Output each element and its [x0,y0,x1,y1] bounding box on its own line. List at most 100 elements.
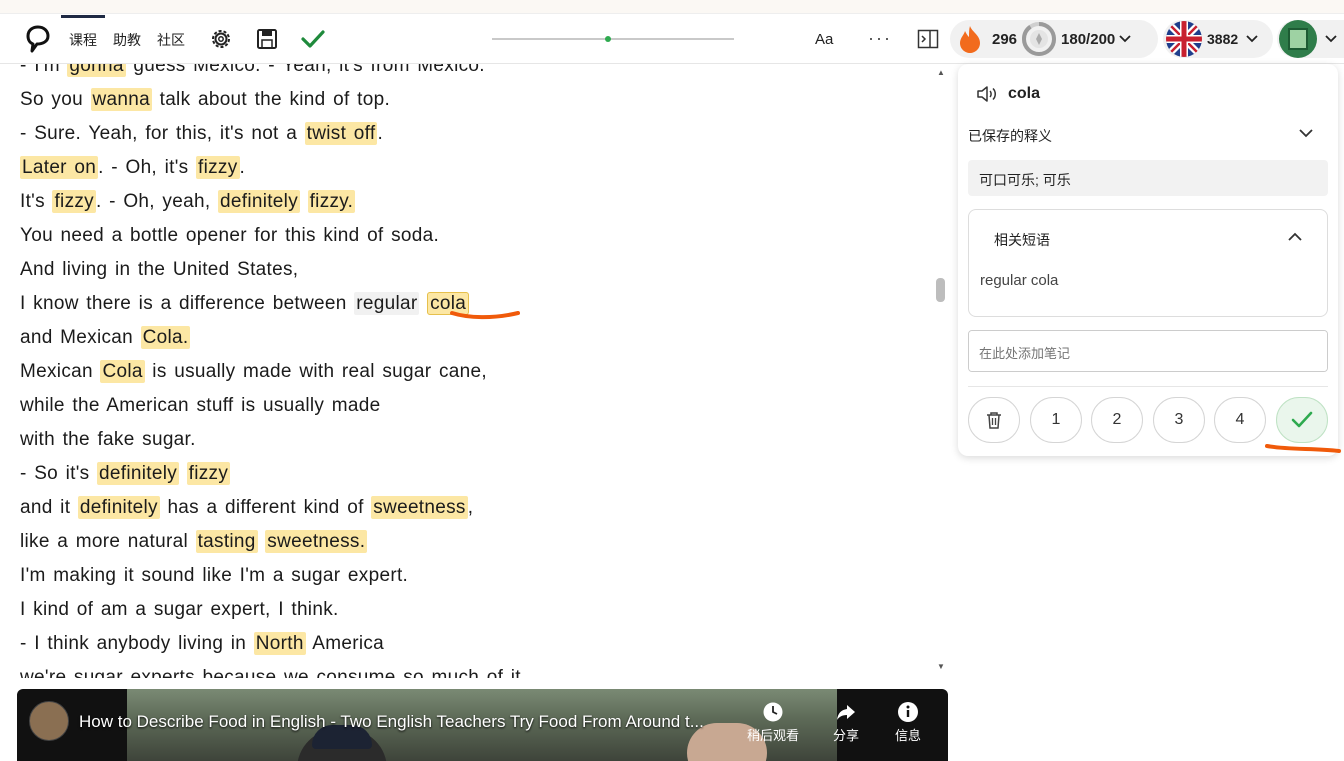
highlighted-word[interactable]: definitely [77,496,160,519]
word-headword: cola [1008,85,1041,102]
phrase-word[interactable]: regular [354,292,420,315]
transcript-text: America [305,633,385,654]
transcript-line: So you wanna talk about the kind of top. [20,88,390,111]
save-icon[interactable] [254,26,280,52]
daily-goal: 180/200 [1061,30,1116,48]
speaker-icon[interactable] [976,84,1000,104]
highlighted-word[interactable]: wanna [90,88,153,111]
transcript-text: guess Mexico. - Yeah, it's from Mexico. [125,64,485,76]
transcript-text: we're sugar experts because we consume s… [20,667,527,678]
highlighted-word[interactable]: fizzy [186,462,231,485]
highlighted-word[interactable]: twist off [304,122,378,145]
share-label: 分享 [832,728,859,743]
transcript-text: . - Oh, it's [98,157,196,178]
scroll-thumb[interactable] [936,278,945,302]
highlighted-word[interactable]: sweetness. [265,530,368,553]
transcript-line: we're sugar experts because we consume s… [20,667,526,678]
rating-3-button[interactable]: 3 [1153,397,1205,443]
rating-1-button[interactable]: 1 [1030,397,1082,443]
gear-icon[interactable] [208,26,234,52]
saved-definitions-label: 已保存的释义 [968,128,1052,144]
highlighted-word[interactable]: fizzy [52,190,96,213]
highlighted-word[interactable]: Cola. [140,326,191,349]
rating-2-button[interactable]: 2 [1091,397,1143,443]
uk-flag-icon [1166,21,1202,57]
related-phrases-title: 相关短语 [994,232,1050,248]
scroll-up-arrow[interactable]: ▲ [937,68,945,77]
language-points: 3882 [1207,31,1239,47]
transcript-text: . [377,123,384,144]
transcript-text: and Mexican [20,327,141,348]
share-icon [837,705,855,720]
language-pill[interactable]: 3882 [1163,20,1273,58]
transcript-line: and Mexican Cola. [20,326,191,349]
highlighted-word[interactable]: tasting [195,530,258,553]
transcript-line: - So it's definitely fizzy [20,462,231,485]
highlighted-word[interactable]: definitely [218,190,300,213]
chevron-down-icon [1325,35,1337,43]
streak-count: 296 [992,30,1018,48]
transcript-line: Later on. - Oh, it's fizzy. [20,156,245,179]
known-button[interactable] [1276,397,1328,443]
profile-pill[interactable] [1277,20,1344,58]
chevron-down-icon[interactable] [1298,128,1314,138]
tab-assistant[interactable]: 助教 [113,30,141,50]
transcript-text: . - Oh, yeah, [95,191,218,212]
transcript-text [419,293,427,314]
tab-community[interactable]: 社区 [157,30,185,50]
transcript-line: I know there is a difference between reg… [20,292,470,315]
transcript-panel: - I'm gonna guess Mexico. - Yeah, it's f… [0,64,934,678]
check-icon [1291,411,1313,428]
phrase-item[interactable]: regular cola [980,272,1058,289]
transcript-text: - I think anybody living in [20,633,254,654]
related-phrases-card: 相关短语 regular cola [968,209,1328,317]
logo-icon[interactable] [22,24,52,54]
highlighted-word[interactable]: sweetness [371,496,468,519]
transcript-scrollbar[interactable]: ▲ ▼ [934,64,948,678]
highlighted-word[interactable]: North [253,632,306,655]
font-size-button[interactable]: Aa [815,31,833,48]
transcript-line: It's fizzy. - Oh, yeah, definitely fizzy… [20,190,356,213]
tab-course[interactable]: 课程 [61,15,105,50]
flame-icon [960,26,980,53]
highlighted-word[interactable]: fizzy [196,156,240,179]
share-button[interactable]: 分享 [818,701,874,744]
rating-4-button[interactable]: 4 [1214,397,1266,443]
transcript-text: with the fake sugar. [20,429,196,450]
transcript-text: while the American stuff is usually made [20,395,381,416]
app-window: { "toolbar": { "tabs": [ {"label": "课程",… [0,0,1344,761]
highlighted-word[interactable]: Later on [20,156,99,179]
chevron-up-icon[interactable] [1287,232,1303,242]
streak-goal-pill[interactable]: 296 180/200 [950,20,1158,58]
slider-knob[interactable] [605,36,611,42]
word-detail-panel: cola 已保存的释义 可口可乐; 可乐 相关短语 regular cola 1… [958,64,1338,456]
panel-divider [968,386,1328,387]
delete-button[interactable] [968,397,1020,443]
highlighted-word[interactable]: Cola [100,360,145,383]
info-icon [898,702,918,722]
watch-later-button[interactable]: 稍后观看 [745,701,801,744]
highlighted-word[interactable]: definitely [97,462,180,485]
transcript-text: and it [20,497,78,518]
trash-icon [987,412,1001,429]
playback-slider[interactable] [492,36,734,42]
transcript-line: like a more natural tasting sweetness. [20,530,368,553]
clock-icon [763,702,783,722]
scroll-down-arrow[interactable]: ▼ [937,662,945,671]
selected-word[interactable]: cola [427,292,470,315]
check-icon[interactable] [300,26,326,52]
transcript-text: I kind of am a sugar expert, I think. [20,599,339,620]
highlighted-word[interactable]: fizzy. [307,190,356,213]
info-button[interactable]: 信息 [880,701,936,744]
highlighted-word[interactable]: gonna [67,64,126,77]
browser-top-strip [0,0,1344,14]
definition-box[interactable]: 可口可乐; 可乐 [968,160,1328,196]
video-player[interactable]: How to Describe Food in English - Two En… [17,689,948,761]
note-input[interactable] [968,330,1328,372]
sidebar-toggle-icon[interactable] [917,28,939,50]
transcript-text: has a different kind of [159,497,372,518]
video-title[interactable]: How to Describe Food in English - Two En… [79,712,704,732]
channel-avatar[interactable] [29,701,69,741]
more-button[interactable]: ··· [868,28,892,49]
transcript-text [300,191,308,212]
